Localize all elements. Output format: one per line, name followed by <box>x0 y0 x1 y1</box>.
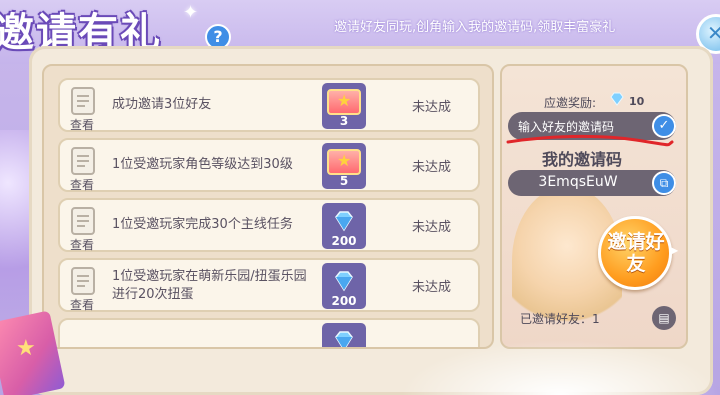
my-code-title: 我的邀请码 <box>542 150 623 169</box>
copy-icon[interactable]: ⧉ <box>652 171 676 195</box>
task-description: 1位受邀玩家完成30个主线任务 <box>112 217 293 232</box>
reward-item[interactable]: 200 <box>322 263 366 309</box>
reward-count: 5 <box>339 174 349 188</box>
reward-count: 3 <box>339 114 349 128</box>
ticket-icon <box>327 149 361 175</box>
task-row: 查看 成功邀请3位好友 3 未达成 <box>58 78 480 132</box>
task-description: 成功邀请3位好友 <box>112 97 212 112</box>
sparkle-icon: ✦ <box>183 2 199 23</box>
task-status: 未达成 <box>412 100 452 115</box>
document-icon[interactable] <box>66 264 100 298</box>
view-link[interactable]: 查看 <box>70 296 94 313</box>
task-status: 未达成 <box>412 280 452 295</box>
document-icon[interactable] <box>66 84 100 118</box>
view-link[interactable]: 查看 <box>70 176 94 193</box>
diamond-icon <box>610 92 624 106</box>
view-link[interactable]: 查看 <box>70 116 94 133</box>
invite-button-label: 邀请好友 <box>607 231 665 275</box>
task-row: 查看 1位受邀玩家完成30个主线任务 200 未达成 <box>58 198 480 252</box>
invite-friend-button[interactable]: 邀请好友 ▶ <box>598 216 678 290</box>
record-icon[interactable]: ▤ <box>652 306 676 330</box>
reward-count: 200 <box>331 234 357 248</box>
my-code-value: 3EmqsEuW <box>538 174 618 190</box>
reward-item[interactable] <box>322 323 366 347</box>
my-code-field: 3EmqsEuW ⧉ <box>508 170 676 196</box>
reward-item[interactable]: 200 <box>322 203 366 249</box>
reward-item[interactable]: 5 <box>322 143 366 189</box>
reward-count: 200 <box>331 294 357 308</box>
ticket-icon <box>327 89 361 115</box>
task-row: 查看 1位受邀玩家在萌新乐园/扭蛋乐园进行20次扭蛋 200 未达成 <box>58 258 480 312</box>
reward-item[interactable]: 3 <box>322 83 366 129</box>
diamond-icon <box>335 271 353 292</box>
close-icon: ✕ <box>707 21 720 45</box>
page-subtitle: 邀请好友同玩,创角输入我的邀请码,领取丰富豪礼 <box>334 20 616 35</box>
diamond-icon <box>335 331 353 347</box>
invite-reward-label: 应邀奖励: <box>544 96 597 110</box>
invite-side-panel: 应邀奖励: 10 输入好友的邀请码 ✓ 我的邀请码 3EmqsEuW ⧉ 邀请好… <box>500 64 688 349</box>
play-arrow-icon: ▶ <box>669 243 679 257</box>
invited-label-text: 已邀请好友： <box>520 312 593 326</box>
task-description: 1位受邀玩家角色等级达到30级 <box>112 157 293 172</box>
invited-count-label: 已邀请好友：1 <box>520 310 600 327</box>
task-status: 未达成 <box>412 220 452 235</box>
task-status: 未达成 <box>412 160 452 175</box>
document-icon[interactable] <box>66 144 100 178</box>
document-icon[interactable] <box>66 204 100 238</box>
glow-decoration <box>400 340 720 395</box>
task-description: 1位受邀玩家在萌新乐园/扭蛋乐园进行20次扭蛋 <box>112 269 307 302</box>
star-icon: ★ <box>16 336 36 361</box>
task-list[interactable]: 查看 成功邀请3位好友 3 未达成 查看 1位受邀玩家角色等级达到30级 5 未… <box>42 64 494 349</box>
invite-reward-value: 10 <box>629 95 645 108</box>
invited-count: 1 <box>592 312 600 326</box>
task-row: 查看 1位受邀玩家角色等级达到30级 5 未达成 <box>58 138 480 192</box>
diamond-icon <box>335 211 353 232</box>
view-link[interactable]: 查看 <box>70 236 94 253</box>
